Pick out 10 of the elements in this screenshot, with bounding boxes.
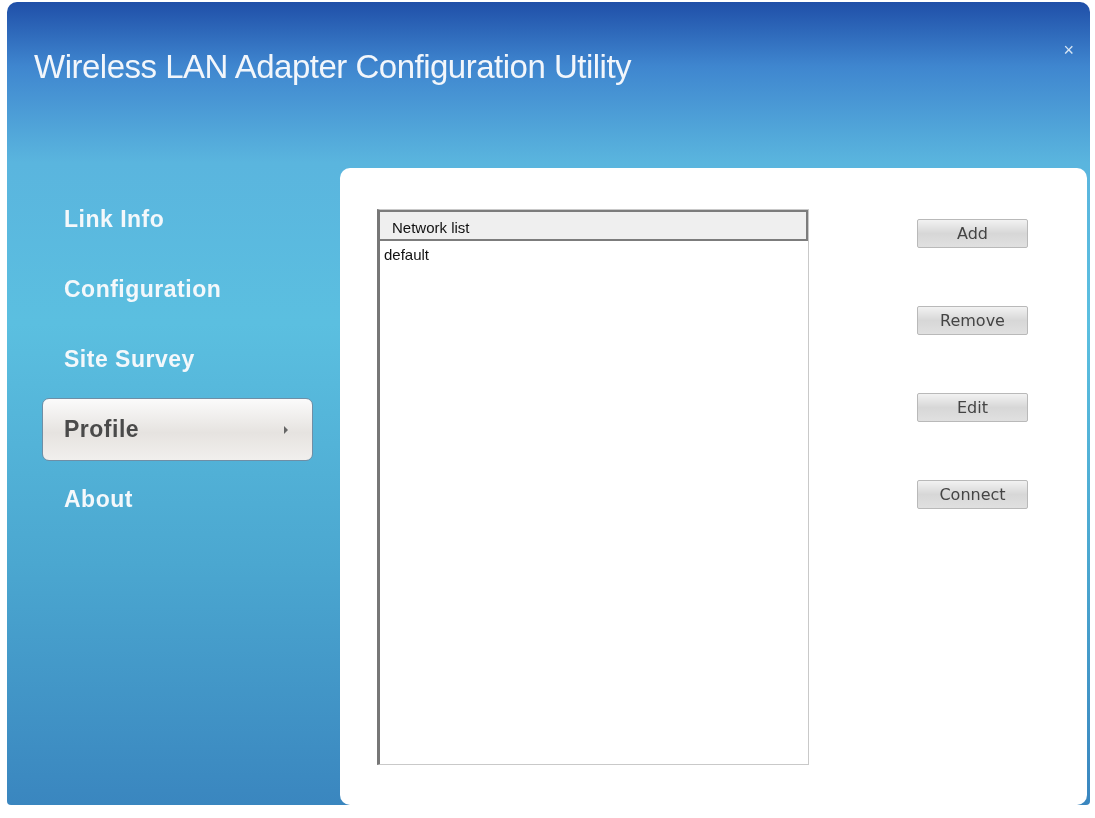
action-button[interactable]: Connect — [917, 480, 1028, 509]
window-title: Wireless LAN Adapter Configuration Utility — [34, 48, 632, 86]
action-button[interactable]: Remove — [917, 306, 1028, 335]
column-header[interactable]: Network list — [380, 210, 808, 241]
list-row[interactable]: default — [380, 241, 808, 268]
caret-icon — [284, 425, 288, 434]
close-button[interactable]: × — [1057, 40, 1080, 61]
action-button[interactable]: Add — [917, 219, 1028, 248]
sidebar-item[interactable]: Profile — [42, 398, 313, 461]
action-button[interactable]: Edit — [917, 393, 1028, 422]
